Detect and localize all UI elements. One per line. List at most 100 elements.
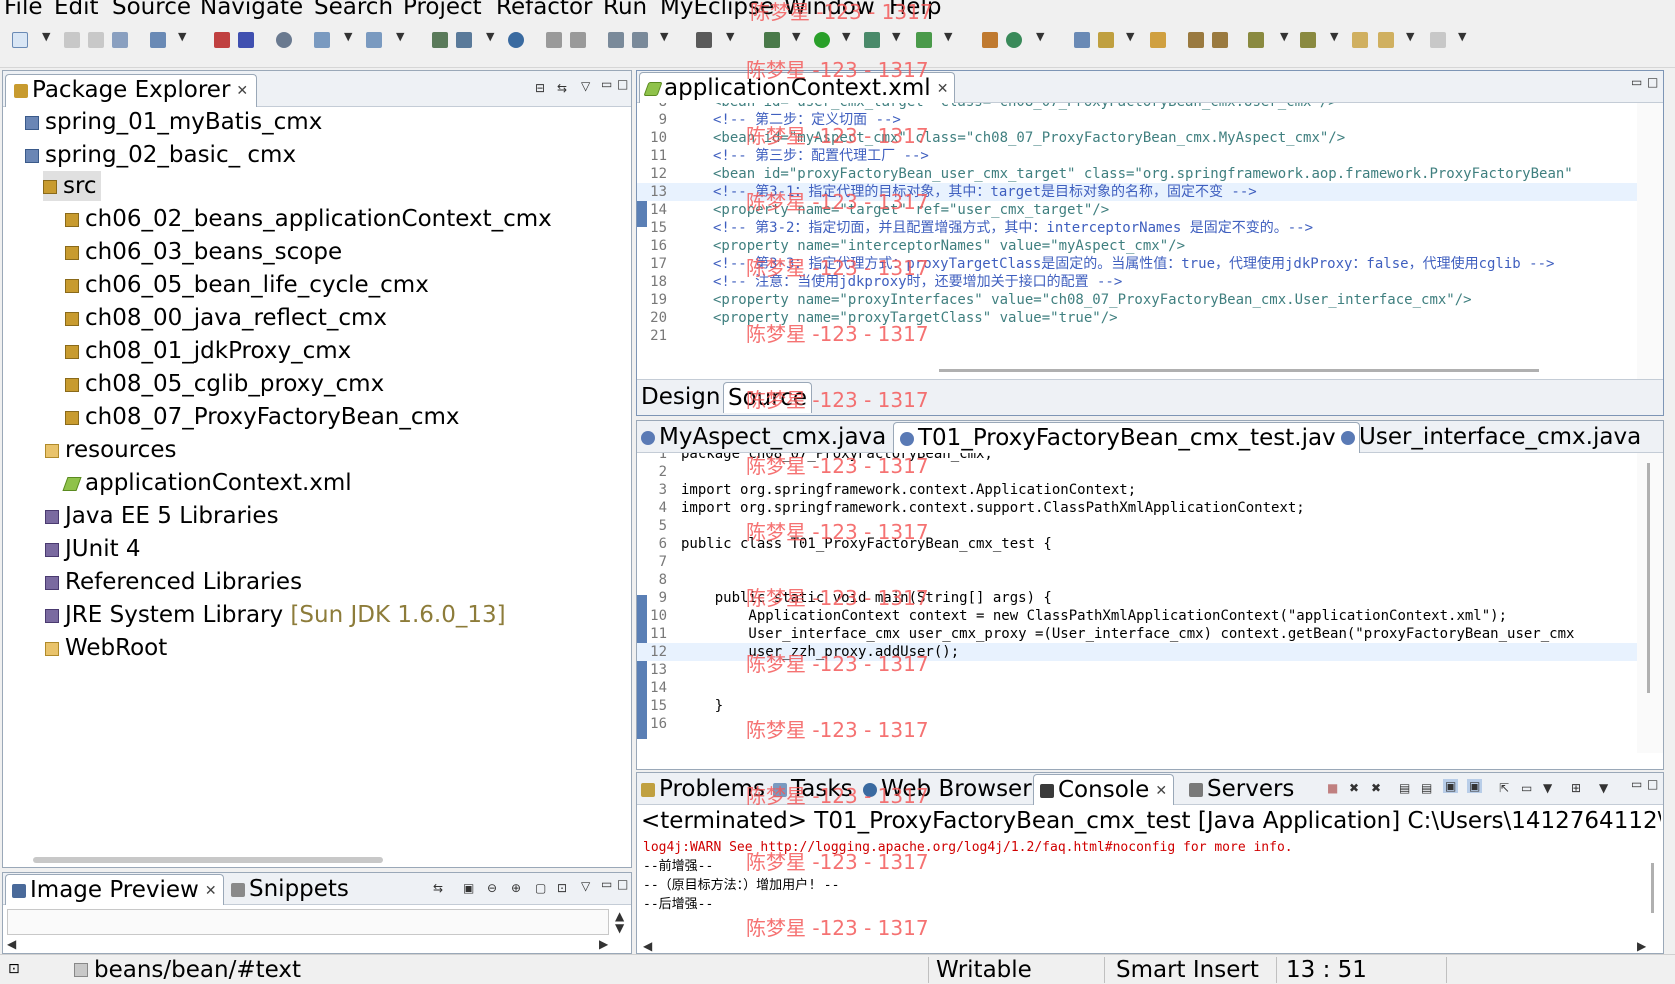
next-edit-icon[interactable] (1248, 32, 1264, 48)
bookmark-icon[interactable] (570, 32, 586, 48)
chevron-down-icon[interactable]: ▼ (1126, 30, 1134, 43)
minimize-icon[interactable]: ▭ (601, 77, 612, 91)
tree-item-package[interactable]: ch08_07_ProxyFactoryBean_cmx (65, 402, 460, 432)
sync-icon[interactable]: ⇆ (433, 881, 443, 895)
maximize-icon[interactable]: □ (1647, 75, 1658, 89)
collapse-all-icon[interactable]: ⊟ (535, 81, 545, 95)
minimize-icon[interactable]: ▭ (601, 877, 612, 891)
vertical-scrollbar[interactable] (1637, 453, 1663, 753)
run-icon[interactable] (814, 32, 830, 48)
tree-item-library[interactable]: JUnit 4 (45, 534, 141, 564)
chevron-down-icon[interactable]: ▼ (1330, 30, 1338, 43)
scroll-down-icon[interactable]: ▼ (615, 921, 624, 935)
chevron-down-icon[interactable]: ▼ (178, 30, 186, 43)
chevron-down-icon[interactable]: ▼ (1280, 30, 1288, 43)
new-wizard-icon[interactable] (150, 32, 166, 48)
globe-icon[interactable] (508, 32, 524, 48)
run-config-icon[interactable] (864, 32, 880, 48)
clear-console-icon[interactable]: ▤ (1399, 781, 1410, 795)
tree-item-src[interactable]: src (43, 171, 101, 201)
menu-edit[interactable]: Edit (54, 0, 99, 20)
display-console-icon[interactable]: ▭ (1521, 781, 1532, 795)
menu-search[interactable]: Search (314, 0, 393, 20)
tab-console[interactable]: Console ✕ (1033, 774, 1175, 805)
print-icon[interactable] (112, 32, 128, 48)
task-icon[interactable] (982, 32, 998, 48)
chevron-down-icon[interactable]: ▼ (1543, 781, 1552, 795)
tree-item-xml-file[interactable]: applicationContext.xml (62, 468, 352, 498)
vertical-scrollbar[interactable] (1643, 839, 1663, 939)
chevron-down-icon[interactable]: ▼ (1599, 781, 1608, 795)
chevron-down-icon[interactable]: ▼ (1406, 30, 1414, 43)
image-icon[interactable]: ▣ (463, 881, 474, 895)
tree-item-project[interactable]: spring_02_basic_ cmx (25, 140, 296, 170)
prev-edit-icon[interactable] (1300, 32, 1316, 48)
chevron-down-icon[interactable]: ▼ (944, 30, 952, 43)
tree-item-project[interactable]: spring_01_myBatis_cmx (25, 107, 322, 137)
view-menu-icon[interactable]: ▽ (581, 79, 590, 93)
pin-console-icon[interactable]: ⇱ (1499, 781, 1509, 795)
find-icon[interactable] (632, 32, 648, 48)
scroll-left-icon[interactable]: ◀ (7, 937, 16, 951)
tree-item-package[interactable]: ch08_05_cglib_proxy_cmx (65, 369, 384, 399)
external-tools-icon[interactable] (916, 32, 932, 48)
close-icon[interactable]: ✕ (1155, 783, 1167, 799)
debug-icon[interactable] (764, 32, 780, 48)
maximize-icon[interactable]: □ (617, 77, 628, 91)
close-icon[interactable]: ✕ (937, 81, 949, 97)
tree-item-webroot[interactable]: WebRoot (45, 633, 167, 663)
pencil-icon[interactable] (1098, 32, 1114, 48)
view-menu-icon[interactable]: ▽ (581, 879, 590, 893)
actual-size-icon[interactable]: ▢ (535, 881, 546, 895)
link-editor-icon[interactable]: ⇆ (557, 81, 567, 95)
chevron-down-icon[interactable]: ▼ (42, 30, 50, 43)
maximize-icon[interactable]: □ (1647, 777, 1658, 791)
fit-icon[interactable]: ⊡ (557, 881, 567, 895)
menu-run[interactable]: Run (603, 0, 647, 20)
menu-file[interactable]: File (4, 0, 43, 20)
terminate-icon[interactable]: ■ (1327, 781, 1338, 795)
mark-icon[interactable] (546, 32, 562, 48)
remove-all-icon[interactable]: ✖ (1371, 781, 1381, 795)
chevron-down-icon[interactable]: ▼ (726, 30, 734, 43)
maximize-icon[interactable]: □ (617, 877, 628, 891)
wizard-icon[interactable] (314, 32, 330, 48)
show-stdout-icon[interactable]: ▣ (1443, 779, 1459, 793)
minimize-icon[interactable]: ▭ (1631, 777, 1642, 791)
horizontal-scrollbar[interactable] (33, 857, 383, 863)
close-icon[interactable]: ✕ (205, 883, 217, 899)
scroll-left-icon[interactable]: ◀ (643, 939, 652, 953)
minimize-icon[interactable]: ▭ (1631, 75, 1642, 89)
build-icon[interactable] (214, 32, 230, 48)
next-annotation-icon[interactable] (1212, 32, 1228, 48)
chevron-down-icon[interactable]: ▼ (1036, 30, 1044, 43)
tab-package-explorer[interactable]: Package Explorer ✕ (5, 74, 258, 107)
back-icon[interactable] (1378, 32, 1394, 48)
show-stderr-icon[interactable]: ▣ (1467, 779, 1483, 793)
save-icon[interactable] (64, 32, 80, 48)
camera-icon[interactable] (696, 32, 712, 48)
zoom-out-icon[interactable]: ⊖ (487, 881, 497, 895)
tree-item-package[interactable]: ch06_03_beans_scope (65, 237, 342, 267)
open-console-icon[interactable]: ⊞ (1571, 781, 1581, 795)
chevron-down-icon[interactable]: ▼ (1458, 30, 1466, 43)
scroll-right-icon[interactable]: ▶ (1637, 939, 1646, 953)
tree-item-library[interactable]: Referenced Libraries (45, 567, 302, 597)
open-type-hierarchy-icon[interactable] (1074, 32, 1090, 48)
menu-refactor[interactable]: Refactor (496, 0, 592, 20)
tab-design[interactable]: Design (641, 382, 720, 412)
forward-icon[interactable] (1430, 32, 1446, 48)
save-all-icon[interactable] (88, 32, 104, 48)
back-last-edit-icon[interactable] (1352, 32, 1368, 48)
tree-item-package[interactable]: ch06_02_beans_applicationContext_cmx (65, 204, 552, 234)
open-type-icon[interactable] (366, 32, 382, 48)
tab-user-interface-java[interactable]: User_interface_cmx.java (1341, 422, 1641, 453)
search-icon[interactable] (608, 32, 624, 48)
tab-image-preview[interactable]: Image Preview ✕ (5, 874, 224, 905)
tab-servers[interactable]: Servers (1189, 774, 1294, 804)
chevron-down-icon[interactable]: ▼ (660, 30, 668, 43)
chevron-down-icon[interactable]: ▼ (792, 30, 800, 43)
zoom-in-icon[interactable]: ⊕ (511, 881, 521, 895)
horizontal-scrollbar[interactable] (639, 367, 1639, 375)
chevron-down-icon[interactable]: ▼ (842, 30, 850, 43)
